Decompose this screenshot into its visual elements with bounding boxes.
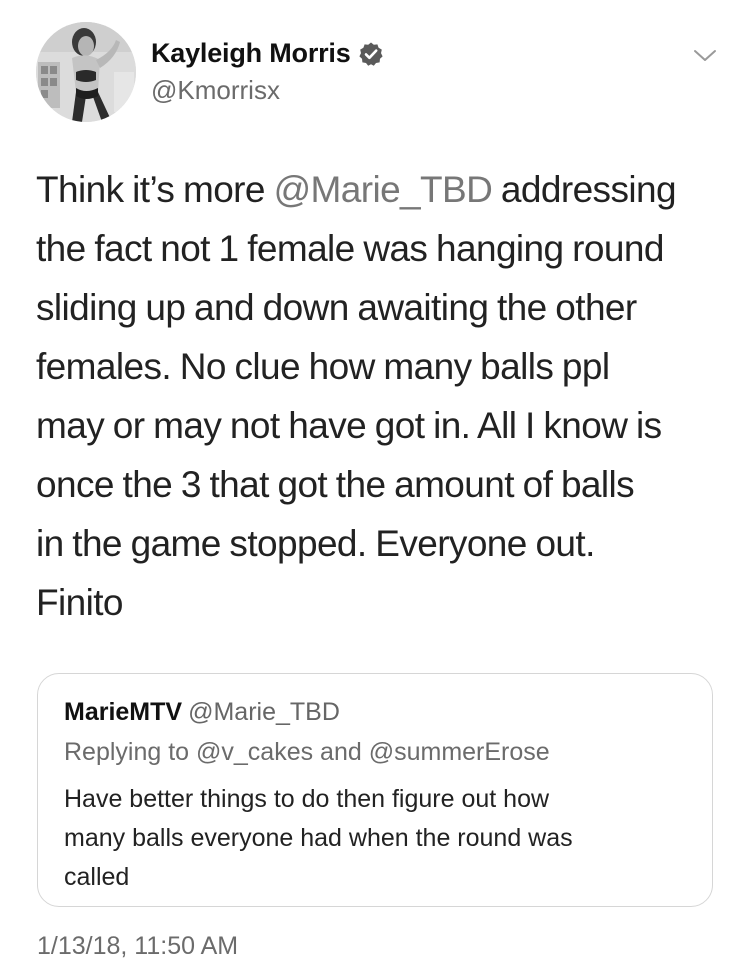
tweet-text-line: may or may not have got in. All I know i… (36, 405, 662, 446)
timestamp[interactable]: 1/13/18, 11:50 AM (37, 932, 238, 961)
tweet-card: Kayleigh Morris @Kmorrisx Think it’s mor… (0, 0, 750, 978)
quoted-author-name: MarieMTV (64, 698, 183, 726)
chevron-down-icon[interactable] (692, 48, 718, 64)
tweet-text-line: Finito (36, 582, 123, 623)
quoted-text-line: Have better things to do then figure out… (64, 785, 550, 813)
verified-badge-icon (358, 42, 383, 66)
quoted-tweet-header: MarieMTV @Marie_TBD (64, 698, 340, 727)
tweet-text-line: females. No clue how many balls ppl (36, 346, 610, 387)
author-name-row[interactable]: Kayleigh Morris (151, 38, 384, 69)
mention-link[interactable]: @Marie_TBD (274, 169, 493, 210)
quoted-text-line: many balls everyone had when the round w… (64, 824, 573, 852)
tweet-text-line: in the game stopped. Everyone out. (36, 523, 595, 564)
tweet-text-line: once the 3 that got the amount of balls (36, 464, 635, 505)
avatar[interactable] (36, 22, 136, 122)
quoted-tweet-text: Have better things to do then figure out… (64, 780, 704, 897)
tweet-text-line: Think it’s more @Marie_TBD addressing (36, 160, 726, 219)
quoted-author-handle: @Marie_TBD (188, 698, 340, 726)
tweet-text-line: the fact not 1 female was hanging round (36, 228, 664, 269)
quoted-tweet[interactable]: MarieMTV @Marie_TBD Replying to @v_cakes … (37, 673, 713, 907)
tweet-text: Think it’s more @Marie_TBD addressing th… (36, 160, 726, 632)
author-display-name[interactable]: Kayleigh Morris (151, 38, 351, 69)
tweet-text-segment: addressing (492, 169, 677, 210)
quoted-text-line: called (64, 863, 130, 891)
profile-photo-icon (36, 22, 136, 122)
replying-to-label: Replying to @v_cakes and @summerErose (64, 738, 550, 766)
tweet-text-line: sliding up and down awaiting the other (36, 287, 637, 328)
author-handle[interactable]: @Kmorrisx (151, 75, 280, 106)
tweet-text-segment: Think it’s more (36, 169, 274, 210)
